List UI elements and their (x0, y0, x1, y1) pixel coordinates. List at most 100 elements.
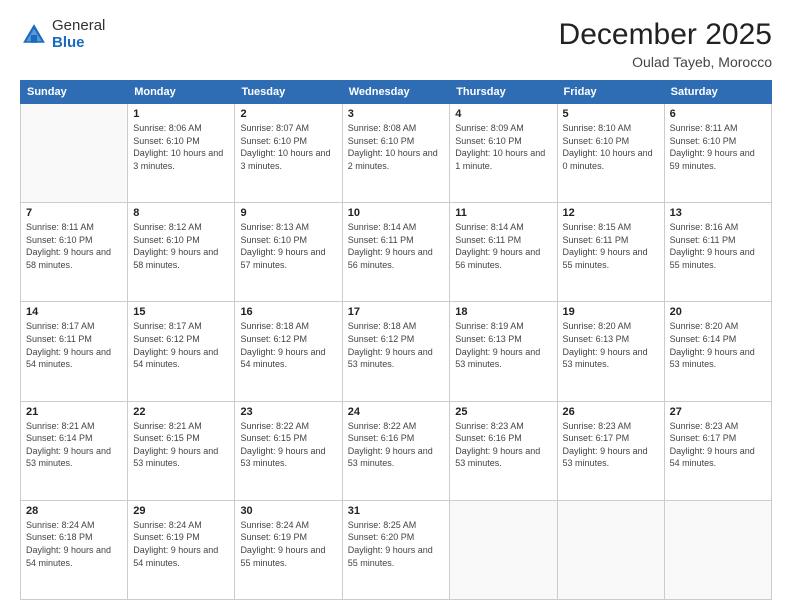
day-info: Sunrise: 8:15 AM Sunset: 6:11 PM Dayligh… (563, 221, 659, 271)
day-number: 24 (348, 406, 445, 418)
col-wednesday: Wednesday (342, 81, 450, 104)
day-number: 27 (670, 406, 766, 418)
day-info: Sunrise: 8:07 AM Sunset: 6:10 PM Dayligh… (240, 122, 336, 172)
day-info: Sunrise: 8:08 AM Sunset: 6:10 PM Dayligh… (348, 122, 445, 172)
day-info: Sunrise: 8:24 AM Sunset: 6:18 PM Dayligh… (26, 519, 122, 569)
logo-icon (20, 21, 48, 49)
day-number: 25 (455, 406, 551, 418)
day-number: 17 (348, 306, 445, 318)
day-number: 14 (26, 306, 122, 318)
table-row: 18 Sunrise: 8:19 AM Sunset: 6:13 PM Dayli… (450, 302, 557, 401)
day-number: 20 (670, 306, 766, 318)
table-row: 27Sunrise: 8:23 AM Sunset: 6:17 PM Dayli… (664, 401, 771, 500)
day-info: Sunrise: 8:12 AM Sunset: 6:10 PM Dayligh… (133, 221, 229, 271)
day-info: Sunrise: 8:17 AM Sunset: 6:12 PM Dayligh… (133, 320, 229, 370)
table-row: 11 Sunrise: 8:14 AM Sunset: 6:11 PM Dayli… (450, 203, 557, 302)
table-row: 8 Sunrise: 8:12 AM Sunset: 6:10 PM Daylig… (128, 203, 235, 302)
col-sunday: Sunday (21, 81, 128, 104)
day-info: Sunrise: 8:17 AM Sunset: 6:11 PM Dayligh… (26, 320, 122, 370)
table-row: 1 Sunrise: 8:06 AM Sunset: 6:10 PM Daylig… (128, 104, 235, 203)
day-info: Sunrise: 8:18 AM Sunset: 6:12 PM Dayligh… (348, 320, 445, 370)
table-row: 16Sunrise: 8:18 AM Sunset: 6:12 PM Dayli… (235, 302, 342, 401)
calendar-table: Sunday Monday Tuesday Wednesday Thursday… (20, 80, 772, 600)
col-thursday: Thursday (450, 81, 557, 104)
day-info: Sunrise: 8:10 AM Sunset: 6:10 PM Dayligh… (563, 122, 659, 172)
table-row: 10Sunrise: 8:14 AM Sunset: 6:11 PM Dayli… (342, 203, 450, 302)
table-row: 17 Sunrise: 8:18 AM Sunset: 6:12 PM Dayli… (342, 302, 450, 401)
day-number: 26 (563, 406, 659, 418)
day-number: 3 (348, 108, 445, 120)
day-info: Sunrise: 8:23 AM Sunset: 6:17 PM Dayligh… (563, 420, 659, 470)
table-row: 15 Sunrise: 8:17 AM Sunset: 6:12 PM Dayli… (128, 302, 235, 401)
table-row: 29 Sunrise: 8:24 AM Sunset: 6:19 PM Dayli… (128, 500, 235, 599)
day-number: 30 (240, 505, 336, 517)
day-number: 5 (563, 108, 659, 120)
day-number: 1 (133, 108, 229, 120)
day-number: 23 (240, 406, 336, 418)
day-info: Sunrise: 8:19 AM Sunset: 6:13 PM Dayligh… (455, 320, 551, 370)
day-info: Sunrise: 8:21 AM Sunset: 6:14 PM Dayligh… (26, 420, 122, 470)
day-number: 10 (348, 207, 445, 219)
day-number: 12 (563, 207, 659, 219)
table-row: 23 Sunrise: 8:22 AM Sunset: 6:15 PM Dayli… (235, 401, 342, 500)
day-info: Sunrise: 8:18 AM Sunset: 6:12 PM Dayligh… (240, 320, 336, 370)
table-row: 24 Sunrise: 8:22 AM Sunset: 6:16 PM Dayli… (342, 401, 450, 500)
day-number: 2 (240, 108, 336, 120)
day-number: 6 (670, 108, 766, 120)
col-monday: Monday (128, 81, 235, 104)
day-info: Sunrise: 8:20 AM Sunset: 6:13 PM Dayligh… (563, 320, 659, 370)
logo: General Blue (20, 18, 105, 51)
day-number: 22 (133, 406, 229, 418)
day-number: 11 (455, 207, 551, 219)
logo-text: General Blue (52, 18, 105, 51)
day-number: 18 (455, 306, 551, 318)
table-row: 9Sunrise: 8:13 AM Sunset: 6:10 PM Daylig… (235, 203, 342, 302)
table-row: 31 Sunrise: 8:25 AM Sunset: 6:20 PM Dayli… (342, 500, 450, 599)
location-subtitle: Oulad Tayeb, Morocco (559, 54, 772, 70)
table-row: 20 Sunrise: 8:20 AM Sunset: 6:14 PM Dayli… (664, 302, 771, 401)
table-row (450, 500, 557, 599)
table-row: 2 Sunrise: 8:07 AM Sunset: 6:10 PM Daylig… (235, 104, 342, 203)
day-number: 13 (670, 207, 766, 219)
day-number: 29 (133, 505, 229, 517)
day-info: Sunrise: 8:13 AM Sunset: 6:10 PM Dayligh… (240, 221, 336, 271)
day-info: Sunrise: 8:16 AM Sunset: 6:11 PM Dayligh… (670, 221, 766, 271)
logo-general-text: General (52, 18, 105, 35)
table-row: 26 Sunrise: 8:23 AM Sunset: 6:17 PM Dayli… (557, 401, 664, 500)
col-tuesday: Tuesday (235, 81, 342, 104)
day-number: 31 (348, 505, 445, 517)
day-info: Sunrise: 8:20 AM Sunset: 6:14 PM Dayligh… (670, 320, 766, 370)
table-row: 21Sunrise: 8:21 AM Sunset: 6:14 PM Dayli… (21, 401, 128, 500)
table-row: 14 Sunrise: 8:17 AM Sunset: 6:11 PM Dayli… (21, 302, 128, 401)
day-info: Sunrise: 8:21 AM Sunset: 6:15 PM Dayligh… (133, 420, 229, 470)
table-row: 25Sunrise: 8:23 AM Sunset: 6:16 PM Dayli… (450, 401, 557, 500)
table-row: 5 Sunrise: 8:10 AM Sunset: 6:10 PM Daylig… (557, 104, 664, 203)
day-info: Sunrise: 8:06 AM Sunset: 6:10 PM Dayligh… (133, 122, 229, 172)
table-row (557, 500, 664, 599)
day-info: Sunrise: 8:09 AM Sunset: 6:10 PM Dayligh… (455, 122, 551, 172)
table-row (21, 104, 128, 203)
day-number: 19 (563, 306, 659, 318)
page: General Blue December 2025 Oulad Tayeb, … (0, 0, 792, 612)
table-row: 4Sunrise: 8:09 AM Sunset: 6:10 PM Daylig… (450, 104, 557, 203)
table-row (664, 500, 771, 599)
day-info: Sunrise: 8:22 AM Sunset: 6:15 PM Dayligh… (240, 420, 336, 470)
table-row: 28Sunrise: 8:24 AM Sunset: 6:18 PM Dayli… (21, 500, 128, 599)
day-info: Sunrise: 8:25 AM Sunset: 6:20 PM Dayligh… (348, 519, 445, 569)
table-row: 7Sunrise: 8:11 AM Sunset: 6:10 PM Daylig… (21, 203, 128, 302)
table-row: 19 Sunrise: 8:20 AM Sunset: 6:13 PM Dayli… (557, 302, 664, 401)
day-number: 15 (133, 306, 229, 318)
title-block: December 2025 Oulad Tayeb, Morocco (559, 18, 772, 70)
day-number: 8 (133, 207, 229, 219)
table-row: 30Sunrise: 8:24 AM Sunset: 6:19 PM Dayli… (235, 500, 342, 599)
table-row: 6 Sunrise: 8:11 AM Sunset: 6:10 PM Daylig… (664, 104, 771, 203)
table-row: 12 Sunrise: 8:15 AM Sunset: 6:11 PM Dayli… (557, 203, 664, 302)
day-info: Sunrise: 8:24 AM Sunset: 6:19 PM Dayligh… (133, 519, 229, 569)
col-saturday: Saturday (664, 81, 771, 104)
day-info: Sunrise: 8:22 AM Sunset: 6:16 PM Dayligh… (348, 420, 445, 470)
day-number: 7 (26, 207, 122, 219)
header: General Blue December 2025 Oulad Tayeb, … (20, 18, 772, 70)
day-info: Sunrise: 8:14 AM Sunset: 6:11 PM Dayligh… (455, 221, 551, 271)
day-info: Sunrise: 8:11 AM Sunset: 6:10 PM Dayligh… (670, 122, 766, 172)
col-friday: Friday (557, 81, 664, 104)
